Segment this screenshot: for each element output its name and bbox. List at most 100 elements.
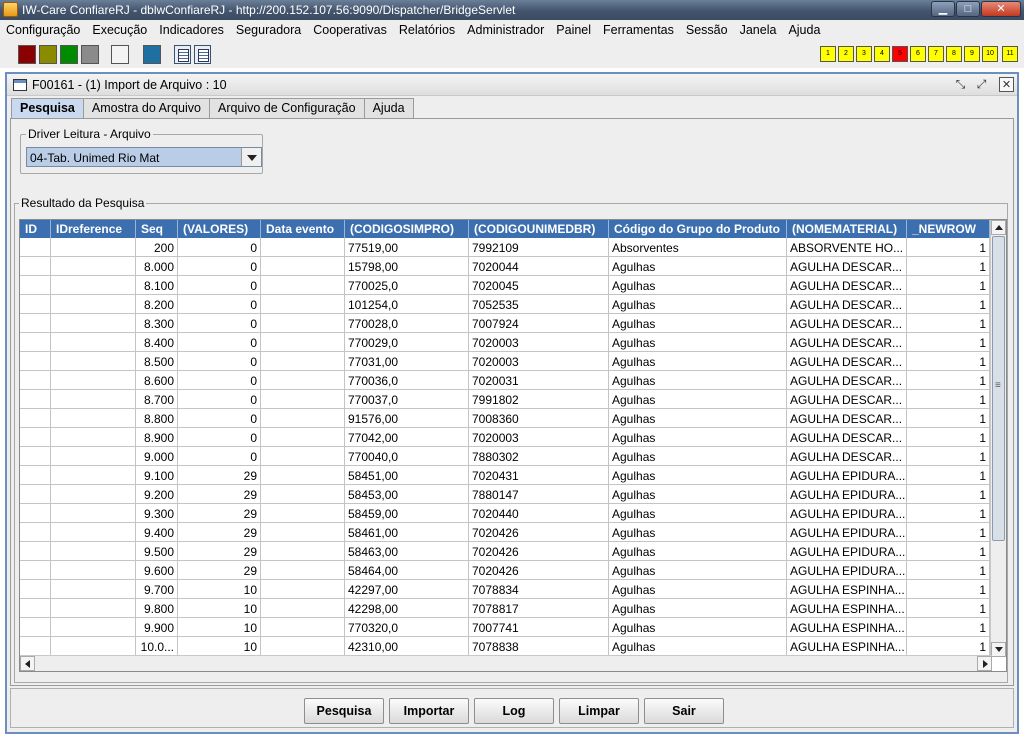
table-cell[interactable]: 0	[178, 238, 261, 257]
table-cell[interactable]	[20, 390, 51, 409]
table-cell[interactable]: 58451,00	[345, 466, 469, 485]
table-cell[interactable]: Agulhas	[609, 447, 787, 466]
table-row[interactable]: 9.800 10 42298,00 7078817 Agulhas AGULHA ESPI…	[20, 599, 990, 618]
table-cell[interactable]: 29	[178, 504, 261, 523]
table-cell[interactable]: Agulhas	[609, 295, 787, 314]
table-cell[interactable]: 8.300	[136, 314, 178, 333]
table-cell[interactable]: 1	[907, 352, 990, 371]
table-cell[interactable]: AGULHA DESCAR...	[787, 276, 907, 295]
table-cell[interactable]: 7020426	[469, 523, 609, 542]
table-cell[interactable]	[51, 504, 136, 523]
table-cell[interactable]: Agulhas	[609, 352, 787, 371]
table-cell[interactable]	[261, 618, 345, 637]
table-cell[interactable]	[51, 257, 136, 276]
table-cell[interactable]: 8.800	[136, 409, 178, 428]
table-cell[interactable]: 29	[178, 485, 261, 504]
table-cell[interactable]: Agulhas	[609, 599, 787, 618]
pesquisa-button[interactable]: Pesquisa	[304, 698, 384, 724]
menu-ajuda[interactable]: Ajuda	[782, 20, 826, 41]
table-cell[interactable]: 8.500	[136, 352, 178, 371]
menu-sessao[interactable]: Sessão	[680, 20, 734, 41]
table-cell[interactable]	[20, 238, 51, 257]
table-cell[interactable]: 770036,0	[345, 371, 469, 390]
table-cell[interactable]: 1	[907, 390, 990, 409]
table-row[interactable]: 200 0 77519,00 7992109 Absorventes ABSORVENTE…	[20, 238, 990, 257]
column-header[interactable]: (CODIGOSIMPRO)	[345, 220, 469, 238]
menu-painel[interactable]: Painel	[550, 20, 597, 41]
table-cell[interactable]	[51, 371, 136, 390]
table-cell[interactable]: 1	[907, 580, 990, 599]
table-cell[interactable]: 1	[907, 257, 990, 276]
table-cell[interactable]: 0	[178, 352, 261, 371]
table-cell[interactable]	[261, 276, 345, 295]
table-cell[interactable]: Agulhas	[609, 428, 787, 447]
chevron-down-icon[interactable]	[241, 148, 261, 166]
table-cell[interactable]: 91576,00	[345, 409, 469, 428]
table-cell[interactable]	[20, 504, 51, 523]
table-cell[interactable]	[20, 618, 51, 637]
table-cell[interactable]: 0	[178, 314, 261, 333]
table-cell[interactable]	[51, 580, 136, 599]
table-cell[interactable]: 1	[907, 637, 990, 656]
table-cell[interactable]: 7020426	[469, 542, 609, 561]
table-cell[interactable]: 10	[178, 618, 261, 637]
table-cell[interactable]	[261, 580, 345, 599]
table-cell[interactable]	[51, 409, 136, 428]
table-cell[interactable]: 7007741	[469, 618, 609, 637]
scroll-right-icon[interactable]	[977, 656, 992, 671]
table-cell[interactable]	[20, 333, 51, 352]
table-cell[interactable]: 9.500	[136, 542, 178, 561]
table-cell[interactable]: 0	[178, 295, 261, 314]
column-header[interactable]: IDreference	[51, 220, 136, 238]
table-row[interactable]: 8.500 0 77031,00 7020003 Agulhas AGULHA DESCA…	[20, 352, 990, 371]
table-cell[interactable]	[20, 371, 51, 390]
table-cell[interactable]	[20, 561, 51, 580]
table-cell[interactable]: Agulhas	[609, 580, 787, 599]
column-header[interactable]: (CODIGOUNIMEDBR)	[469, 220, 609, 238]
table-cell[interactable]: 1	[907, 314, 990, 333]
table-cell[interactable]: 42297,00	[345, 580, 469, 599]
table-cell[interactable]: Agulhas	[609, 618, 787, 637]
restore-icon[interactable]: ⤡	[953, 77, 968, 92]
table-cell[interactable]: 1	[907, 561, 990, 580]
table-cell[interactable]	[51, 466, 136, 485]
table-cell[interactable]: AGULHA DESCAR...	[787, 409, 907, 428]
workspace-button[interactable]: 9	[964, 46, 980, 62]
table-cell[interactable]: 7020426	[469, 561, 609, 580]
table-cell[interactable]	[261, 352, 345, 371]
table-cell[interactable]: 7078817	[469, 599, 609, 618]
workspace-button[interactable]: 7	[928, 46, 944, 62]
table-cell[interactable]: 1	[907, 238, 990, 257]
menu-janela[interactable]: Janela	[734, 20, 783, 41]
workspace-button[interactable]: 8	[946, 46, 962, 62]
table-cell[interactable]	[20, 580, 51, 599]
table-cell[interactable]: Absorventes	[609, 238, 787, 257]
table-cell[interactable]: 7020003	[469, 333, 609, 352]
table-cell[interactable]: 8.900	[136, 428, 178, 447]
table-cell[interactable]: 7992109	[469, 238, 609, 257]
table-cell[interactable]: 9.600	[136, 561, 178, 580]
importar-button[interactable]: Importar	[389, 698, 469, 724]
workspace-button[interactable]: 11	[1002, 46, 1018, 62]
table-cell[interactable]: 7078838	[469, 637, 609, 656]
table-cell[interactable]: 58461,00	[345, 523, 469, 542]
table-cell[interactable]: 8.100	[136, 276, 178, 295]
table-cell[interactable]: 77042,00	[345, 428, 469, 447]
table-cell[interactable]: 770028,0	[345, 314, 469, 333]
table-cell[interactable]: 1	[907, 542, 990, 561]
tab-amostra-do-arquivo[interactable]: Amostra do Arquivo	[82, 98, 210, 118]
table-cell[interactable]	[261, 371, 345, 390]
table-cell[interactable]: 1	[907, 523, 990, 542]
table-cell[interactable]	[261, 637, 345, 656]
table-cell[interactable]	[20, 485, 51, 504]
table-row[interactable]: 8.000 0 15798,00 7020044 Agulhas AGULHA DESCA…	[20, 257, 990, 276]
table-cell[interactable]: AGULHA ESPINHA...	[787, 599, 907, 618]
table-cell[interactable]	[20, 637, 51, 656]
menu-relatorios[interactable]: Relatórios	[393, 20, 461, 41]
table-cell[interactable]: 9.700	[136, 580, 178, 599]
table-cell[interactable]	[20, 428, 51, 447]
table-cell[interactable]: 9.100	[136, 466, 178, 485]
workspace-button[interactable]: 5	[892, 46, 908, 62]
table-cell[interactable]: AGULHA DESCAR...	[787, 314, 907, 333]
column-header[interactable]: (VALORES)	[178, 220, 261, 238]
